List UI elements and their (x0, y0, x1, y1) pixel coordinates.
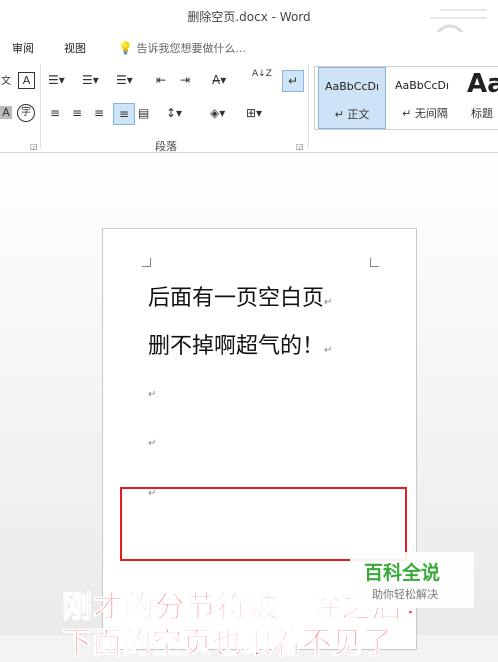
margin-corner-marker (142, 258, 151, 267)
style-sample: AaBbCcDı (395, 79, 450, 92)
style-heading[interactable]: Aa 标题 (465, 67, 498, 127)
distributed-icon[interactable]: ▤ (138, 106, 149, 120)
watermark: 百科全说 助你轻松解决 (350, 552, 474, 608)
style-sample: Aa (467, 69, 498, 99)
font-dialog-launcher-icon[interactable]: ◲ (30, 142, 38, 151)
group-separator (308, 64, 309, 148)
numbering-icon[interactable]: ☰▾ (82, 73, 99, 87)
caption-line-2: 下面的空页也跟着不见了 (62, 626, 393, 662)
align-left-icon[interactable]: ≡ (50, 106, 60, 120)
document-line-2[interactable]: 删不掉啊超气的！↵ (148, 328, 332, 360)
enclose-char-icon[interactable]: 字 (17, 104, 35, 122)
lightbulb-icon: 💡 (118, 41, 133, 55)
watermark-title: 百科全说 (364, 562, 441, 584)
style-name: 标题 (471, 107, 493, 120)
paragraph-dialog-launcher-icon[interactable]: ◲ (296, 142, 304, 151)
tell-me-box[interactable]: 💡 告诉我您想要做什么... (118, 40, 246, 56)
styles-gallery: AaBbCcDı ↵ 正文 AaBbCcDı ↵ 无间隔 Aa 标题 (314, 66, 498, 130)
align-center-icon[interactable]: ≡ (72, 106, 82, 120)
document-line-1[interactable]: 后面有一页空白页↵ (148, 280, 332, 312)
borders-icon[interactable]: ⊞▾ (246, 106, 262, 120)
paragraph-mark: ↵ (148, 438, 157, 449)
style-no-spacing[interactable]: AaBbCcDı ↵ 无间隔 (389, 67, 461, 127)
align-right-icon[interactable]: ≡ (94, 106, 104, 120)
style-sample: AaBbCcDı (325, 80, 380, 93)
multilevel-list-icon[interactable]: ☰▾ (116, 73, 133, 87)
tab-view[interactable]: 视图 (64, 40, 86, 56)
window-title: 删除空页.docx - Word (187, 10, 311, 24)
tab-review[interactable]: 审阅 (12, 40, 34, 56)
line-spacing-icon[interactable]: ↕▾ (166, 106, 182, 120)
highlight-box (120, 487, 407, 561)
shading-bucket-icon[interactable]: ◈▾ (210, 106, 225, 120)
decrease-indent-icon[interactable]: ⇤ (156, 73, 166, 87)
paragraph-group-label: 段落 (155, 140, 177, 153)
show-paragraph-marks-button[interactable]: ↵ (282, 70, 304, 92)
increase-indent-icon[interactable]: ⇥ (180, 73, 190, 87)
style-normal[interactable]: AaBbCcDı ↵ 正文 (318, 67, 386, 129)
char-border-icon[interactable]: A (18, 72, 35, 89)
char-shading-icon[interactable]: A (0, 106, 12, 119)
justify-button[interactable]: ≡ (113, 103, 135, 125)
tell-me-text: 告诉我您想要做什么... (136, 42, 246, 55)
bullets-icon[interactable]: ☰▾ (48, 73, 65, 87)
style-name: ↵ 无间隔 (402, 107, 448, 120)
watermark-subtitle: 助你轻松解决 (372, 588, 438, 601)
pinyin-icon[interactable]: 文 (0, 72, 12, 87)
sort-icon[interactable]: A↓Z (252, 70, 272, 79)
group-separator (40, 64, 41, 148)
paragraph-mark: ↵ (148, 389, 157, 400)
style-name: ↵ 正文 (334, 108, 370, 121)
margin-corner-marker (370, 258, 379, 267)
chinese-layout-icon[interactable]: A̶▾ (212, 73, 226, 87)
